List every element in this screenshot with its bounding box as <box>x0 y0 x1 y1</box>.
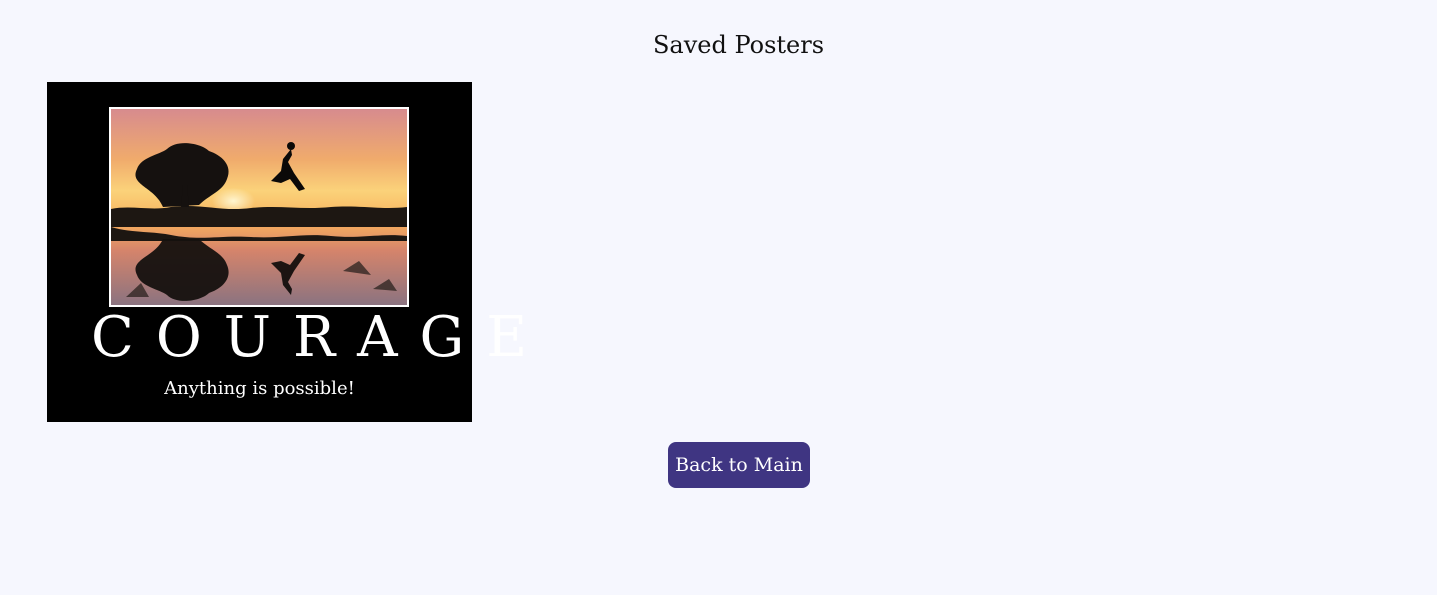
page-title: Saved Posters <box>652 31 825 59</box>
poster-title: COURAGE <box>91 305 550 370</box>
poster-image-frame <box>109 107 409 307</box>
poster-image <box>111 109 407 305</box>
saved-poster-card[interactable]: COURAGE Anything is possible! <box>47 82 527 422</box>
saved-posters-grid: COURAGE Anything is possible! <box>47 82 527 422</box>
poster-quote: Anything is possible! <box>164 378 355 399</box>
back-to-main-button[interactable]: Back to Main <box>668 442 810 488</box>
